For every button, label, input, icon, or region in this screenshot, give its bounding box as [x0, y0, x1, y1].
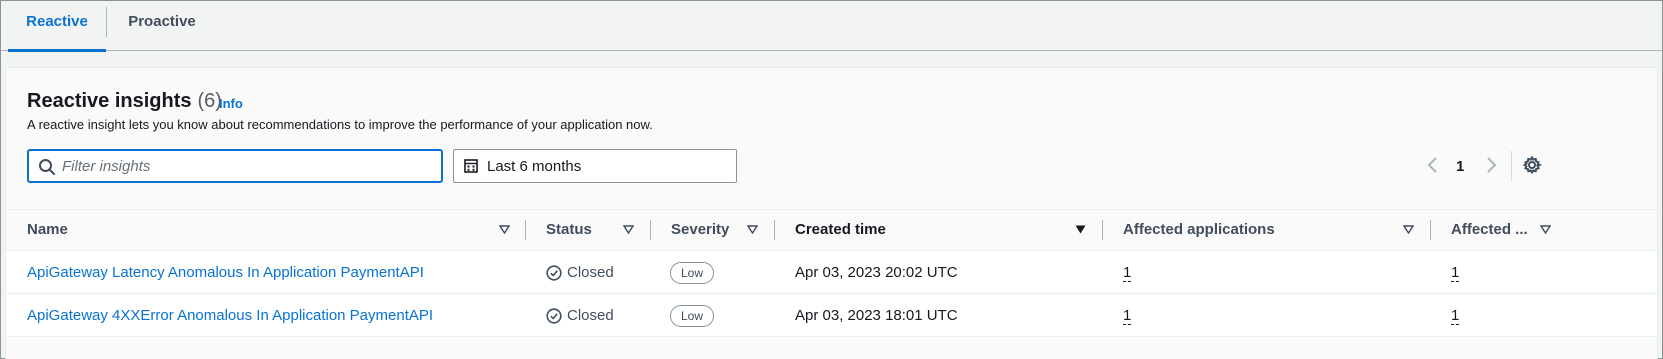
- insight-name-link[interactable]: ApiGateway Latency Anomalous In Applicat…: [27, 251, 424, 294]
- tab-proactive[interactable]: Proactive: [113, 1, 211, 51]
- affected-applications-link[interactable]: 1: [1123, 308, 1132, 325]
- tab-bar: Reactive Proactive: [1, 1, 1662, 52]
- column-header-status[interactable]: Status: [526, 210, 650, 250]
- sort-icon: [1540, 225, 1551, 234]
- affected-other-link[interactable]: 1: [1451, 265, 1460, 282]
- insight-name[interactable]: ApiGateway Latency Anomalous In Applicat…: [27, 264, 424, 281]
- table-row: ApiGateway 4XXError Anomalous In Applica…: [6, 294, 1657, 337]
- chevron-left-icon[interactable]: [1424, 155, 1442, 175]
- severity-badge: Low: [670, 305, 715, 327]
- filter-insights-input[interactable]: [62, 151, 432, 181]
- column-header-created-time[interactable]: Created time: [775, 210, 1102, 250]
- calendar-icon: [464, 159, 478, 173]
- affected-other-cell: 1: [1451, 294, 1460, 337]
- search-icon: [39, 159, 55, 175]
- status-indicator: Closed: [546, 294, 614, 337]
- affected-applications-cell: 1: [1123, 251, 1132, 294]
- status-text: Closed: [567, 307, 614, 324]
- insights-table: Name Status Severity Created time Affect…: [6, 209, 1657, 337]
- status-text: Closed: [567, 264, 614, 281]
- info-link[interactable]: Info: [219, 96, 243, 111]
- chevron-right-icon[interactable]: [1482, 155, 1500, 175]
- app-frame: Reactive Proactive Reactive insights (6) …: [0, 0, 1663, 359]
- column-header-affected-applications[interactable]: Affected applications: [1103, 210, 1430, 250]
- table-header: Name Status Severity Created time Affect…: [6, 209, 1657, 251]
- column-label: Severity: [671, 221, 730, 238]
- affected-applications-cell: 1: [1123, 294, 1132, 337]
- page-description: A reactive insight lets you know about r…: [27, 117, 653, 132]
- status-cell: Closed: [546, 294, 614, 337]
- created-time: Apr 03, 2023 20:02 UTC: [795, 264, 958, 281]
- date-range-picker[interactable]: Last 6 months: [453, 149, 737, 183]
- column-label: Affected ...: [1451, 221, 1528, 238]
- affected-applications-link[interactable]: 1: [1123, 265, 1132, 282]
- insight-name[interactable]: ApiGateway 4XXError Anomalous In Applica…: [27, 307, 433, 324]
- tab-divider: [106, 7, 107, 37]
- toolbar-divider: [1511, 151, 1512, 181]
- insight-name-link[interactable]: ApiGateway 4XXError Anomalous In Applica…: [27, 294, 433, 337]
- current-page[interactable]: 1: [1456, 158, 1464, 175]
- severity-badge: Low: [670, 262, 715, 284]
- affected-other-cell: 1: [1451, 251, 1460, 294]
- table-row: ApiGateway Latency Anomalous In Applicat…: [6, 251, 1657, 294]
- sort-icon: [1403, 225, 1414, 234]
- column-label: Status: [546, 221, 592, 238]
- insights-panel: Reactive insights (6) Info A reactive ins…: [5, 67, 1658, 359]
- sort-icon: [623, 225, 634, 234]
- column-header-name[interactable]: Name: [6, 210, 526, 250]
- page-title: Reactive insights (6): [27, 90, 222, 113]
- filter-insights-field[interactable]: [27, 149, 443, 183]
- page-title-text: Reactive insights: [27, 90, 192, 112]
- tab-reactive[interactable]: Reactive: [8, 1, 106, 52]
- created-time: Apr 03, 2023 18:01 UTC: [795, 307, 958, 324]
- date-range-label: Last 6 months: [487, 158, 582, 175]
- column-label: Name: [27, 221, 68, 238]
- sort-descending-icon: [1075, 225, 1086, 234]
- tab-reactive-label: Reactive: [26, 13, 88, 30]
- column-header-affected-other[interactable]: Affected ...: [1431, 210, 1657, 250]
- status-cell: Closed: [546, 251, 614, 294]
- column-header-severity[interactable]: Severity: [651, 210, 775, 250]
- gear-icon[interactable]: [1522, 155, 1542, 175]
- column-label: Affected applications: [1123, 221, 1275, 238]
- affected-other-link[interactable]: 1: [1451, 308, 1460, 325]
- status-indicator: Closed: [546, 251, 614, 294]
- sort-icon: [499, 225, 510, 234]
- check-circle-icon: [546, 264, 562, 281]
- tab-proactive-label: Proactive: [128, 13, 196, 30]
- column-label: Created time: [795, 221, 886, 238]
- check-circle-icon: [546, 307, 562, 324]
- active-tab-indicator: [8, 49, 106, 52]
- sort-icon: [747, 225, 758, 234]
